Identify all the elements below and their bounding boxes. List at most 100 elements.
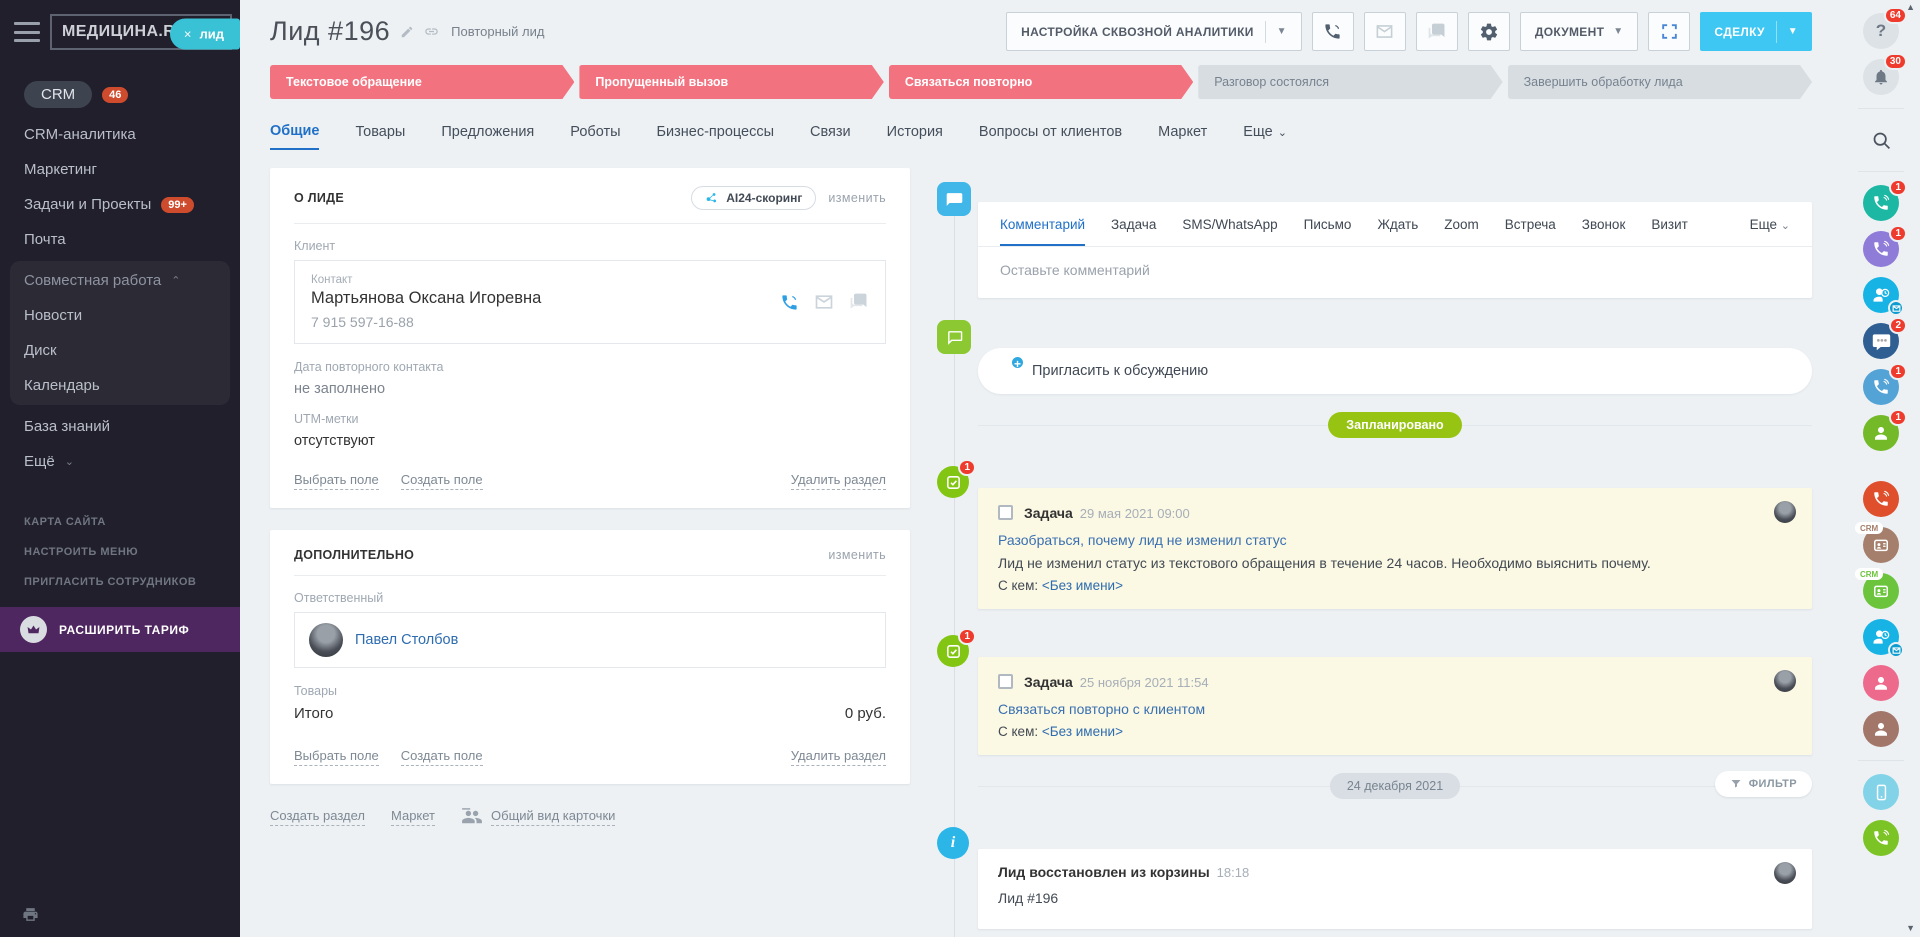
rail-telephony-red[interactable] xyxy=(1863,481,1899,517)
expand-button[interactable] xyxy=(1648,12,1690,51)
rail-help[interactable]: ?64 xyxy=(1863,13,1899,49)
sidebar-item-marketing[interactable]: Маркетинг xyxy=(0,152,240,187)
responsible-box[interactable]: Павел Столбов xyxy=(294,612,886,668)
create-field-link[interactable]: Создать поле xyxy=(401,472,483,490)
stage-text-request[interactable]: Текстовое обращение xyxy=(270,65,574,99)
scroll-up-icon[interactable]: ▲ xyxy=(1906,2,1915,12)
document-button[interactable]: ДОКУМЕНТ ▼ xyxy=(1520,12,1639,51)
tab-bizproc[interactable]: Бизнес-процессы xyxy=(657,123,775,150)
settings-gear-button[interactable] xyxy=(1468,12,1510,51)
contact-phone[interactable]: 7 915 597-16-88 xyxy=(311,314,541,330)
contact-name[interactable]: Мартьянова Оксана Игоревна xyxy=(311,289,541,308)
tab-links[interactable]: Связи xyxy=(810,123,851,150)
with-contact-link[interactable]: <Без имени> xyxy=(1042,578,1123,593)
sidebar-item-crm[interactable]: CRM46 xyxy=(0,72,240,117)
rail-crm-brown[interactable]: CRM xyxy=(1863,527,1899,563)
rail-mobile-app[interactable] xyxy=(1863,774,1899,810)
sidebar-link-configure-menu[interactable]: НАСТРОИТЬ МЕНЮ xyxy=(0,537,240,567)
rail-crm-green[interactable]: CRM xyxy=(1863,573,1899,609)
stage-talk-done[interactable]: Разговор состоялся xyxy=(1198,65,1502,99)
contact-box[interactable]: Контакт Мартьянова Оксана Игоревна 7 915… xyxy=(294,260,886,344)
email-icon[interactable] xyxy=(814,292,834,312)
select-field-link[interactable]: Выбрать поле xyxy=(294,472,379,490)
tab-quotes[interactable]: Предложения xyxy=(441,123,534,150)
sidebar-link-sitemap[interactable]: КАРТА САЙТА xyxy=(0,507,240,537)
sidebar-item-calendar[interactable]: Календарь xyxy=(10,368,230,403)
close-icon[interactable]: × xyxy=(184,27,192,42)
delete-section-link[interactable]: Удалить раздел xyxy=(791,748,886,766)
sidebar-item-news[interactable]: Новости xyxy=(10,298,230,333)
tab-robots[interactable]: Роботы xyxy=(570,123,620,150)
select-field-link[interactable]: Выбрать поле xyxy=(294,748,379,766)
delete-section-link[interactable]: Удалить раздел xyxy=(791,472,886,490)
timeline-tab-comment[interactable]: Комментарий xyxy=(1000,217,1085,246)
sidebar-item-disk[interactable]: Диск xyxy=(10,333,230,368)
sidebar-link-invite-employees[interactable]: ПРИГЛАСИТЬ СОТРУДНИКОВ xyxy=(0,567,240,597)
rail-telephony-teal[interactable]: 1 xyxy=(1863,185,1899,221)
rail-client-activity-2[interactable] xyxy=(1863,619,1899,655)
invite-to-discussion[interactable]: + Пригласить к обсуждению xyxy=(978,348,1812,394)
timeline-tab-wait[interactable]: Ждать xyxy=(1377,217,1418,246)
copy-link-icon[interactable] xyxy=(424,24,439,39)
rail-group-chat[interactable]: 2 xyxy=(1863,323,1899,359)
scroll-down-icon[interactable]: ▼ xyxy=(1906,923,1915,933)
timeline-tab-task[interactable]: Задача xyxy=(1111,217,1156,246)
chevron-down-icon[interactable]: ▼ xyxy=(1277,26,1287,37)
timeline-tab-visit[interactable]: Визит xyxy=(1651,217,1687,246)
task-checkbox[interactable] xyxy=(998,505,1013,520)
create-field-link[interactable]: Создать поле xyxy=(401,748,483,766)
call-button[interactable] xyxy=(1312,12,1354,51)
tab-products[interactable]: Товары xyxy=(355,123,405,150)
timeline-tab-sms[interactable]: SMS/WhatsApp xyxy=(1182,217,1277,246)
stage-finish-lead[interactable]: Завершить обработку лида xyxy=(1508,65,1812,99)
tab-more[interactable]: Еще⌄ xyxy=(1243,123,1287,150)
edit-title-icon[interactable] xyxy=(400,25,414,39)
phone-icon[interactable] xyxy=(780,293,799,312)
task-subject-link[interactable]: Связаться повторно с клиентом xyxy=(998,701,1792,717)
sidebar-item-crm-analytics[interactable]: CRM-аналитика xyxy=(0,117,240,152)
sidebar-item-collaboration[interactable]: Совместная работа⌃ xyxy=(10,263,230,298)
tab-market[interactable]: Маркет xyxy=(1158,123,1207,150)
filter-button[interactable]: ФИЛЬТР xyxy=(1715,771,1812,797)
printer-icon[interactable] xyxy=(22,906,218,923)
card-view-item[interactable]: Общий вид карточки xyxy=(461,808,615,826)
create-deal-button[interactable]: СДЕЛКУ ▼ xyxy=(1700,12,1812,51)
task-subject-link[interactable]: Разобраться, почему лид не изменил стату… xyxy=(998,532,1792,548)
sidebar-item-mail[interactable]: Почта xyxy=(0,222,240,257)
additional-edit-link[interactable]: изменить xyxy=(828,548,886,562)
tab-general[interactable]: Общие xyxy=(270,123,319,150)
timeline-tab-letter[interactable]: Письмо xyxy=(1304,217,1352,246)
task-checkbox[interactable] xyxy=(998,674,1013,689)
rail-telephony-purple[interactable]: 1 xyxy=(1863,231,1899,267)
timeline-tab-zoom[interactable]: Zoom xyxy=(1444,217,1479,246)
analytics-settings-button[interactable]: НАСТРОЙКА СКВОЗНОЙ АНАЛИТИКИ ▼ xyxy=(1006,12,1302,51)
lead-page-tab[interactable]: × лид xyxy=(170,19,240,50)
upgrade-tariff-button[interactable]: РАСШИРИТЬ ТАРИФ xyxy=(0,607,240,652)
rail-notifications[interactable]: 30 xyxy=(1863,59,1899,95)
rail-client-activity[interactable] xyxy=(1863,277,1899,313)
rail-contact-pink[interactable] xyxy=(1863,665,1899,701)
email-button[interactable] xyxy=(1364,12,1406,51)
sidebar-item-more[interactable]: Ещё⌄ xyxy=(0,444,240,479)
timeline-tab-call[interactable]: Звонок xyxy=(1582,217,1626,246)
chevron-down-icon[interactable]: ▼ xyxy=(1788,26,1798,37)
timeline-tab-more[interactable]: Еще ⌄ xyxy=(1750,217,1790,246)
rail-callback-green[interactable] xyxy=(1863,820,1899,856)
stage-contact-again[interactable]: Связаться повторно xyxy=(889,65,1193,99)
about-edit-link[interactable]: изменить xyxy=(828,191,886,205)
rail-contact-green[interactable]: 1 xyxy=(1863,415,1899,451)
card-view-link[interactable]: Общий вид карточки xyxy=(491,808,615,826)
responsible-name-link[interactable]: Павел Столбов xyxy=(355,632,458,648)
rail-search[interactable] xyxy=(1863,122,1899,158)
chat-icon[interactable] xyxy=(849,292,869,312)
timeline-tab-meeting[interactable]: Встреча xyxy=(1505,217,1556,246)
create-section-link[interactable]: Создать раздел xyxy=(270,808,365,826)
sidebar-item-knowledge-base[interactable]: База знаний xyxy=(0,409,240,444)
market-link[interactable]: Маркет xyxy=(391,808,435,826)
tab-history[interactable]: История xyxy=(887,123,943,150)
ai-scoring-button[interactable]: AI24-скоринг xyxy=(691,186,816,210)
rail-telephony-blue[interactable]: 1 xyxy=(1863,369,1899,405)
comment-input[interactable]: Оставьте комментарий xyxy=(978,247,1812,298)
stage-missed-call[interactable]: Пропущенный вызов xyxy=(579,65,883,99)
sidebar-item-tasks-projects[interactable]: Задачи и Проекты99+ xyxy=(0,187,240,222)
